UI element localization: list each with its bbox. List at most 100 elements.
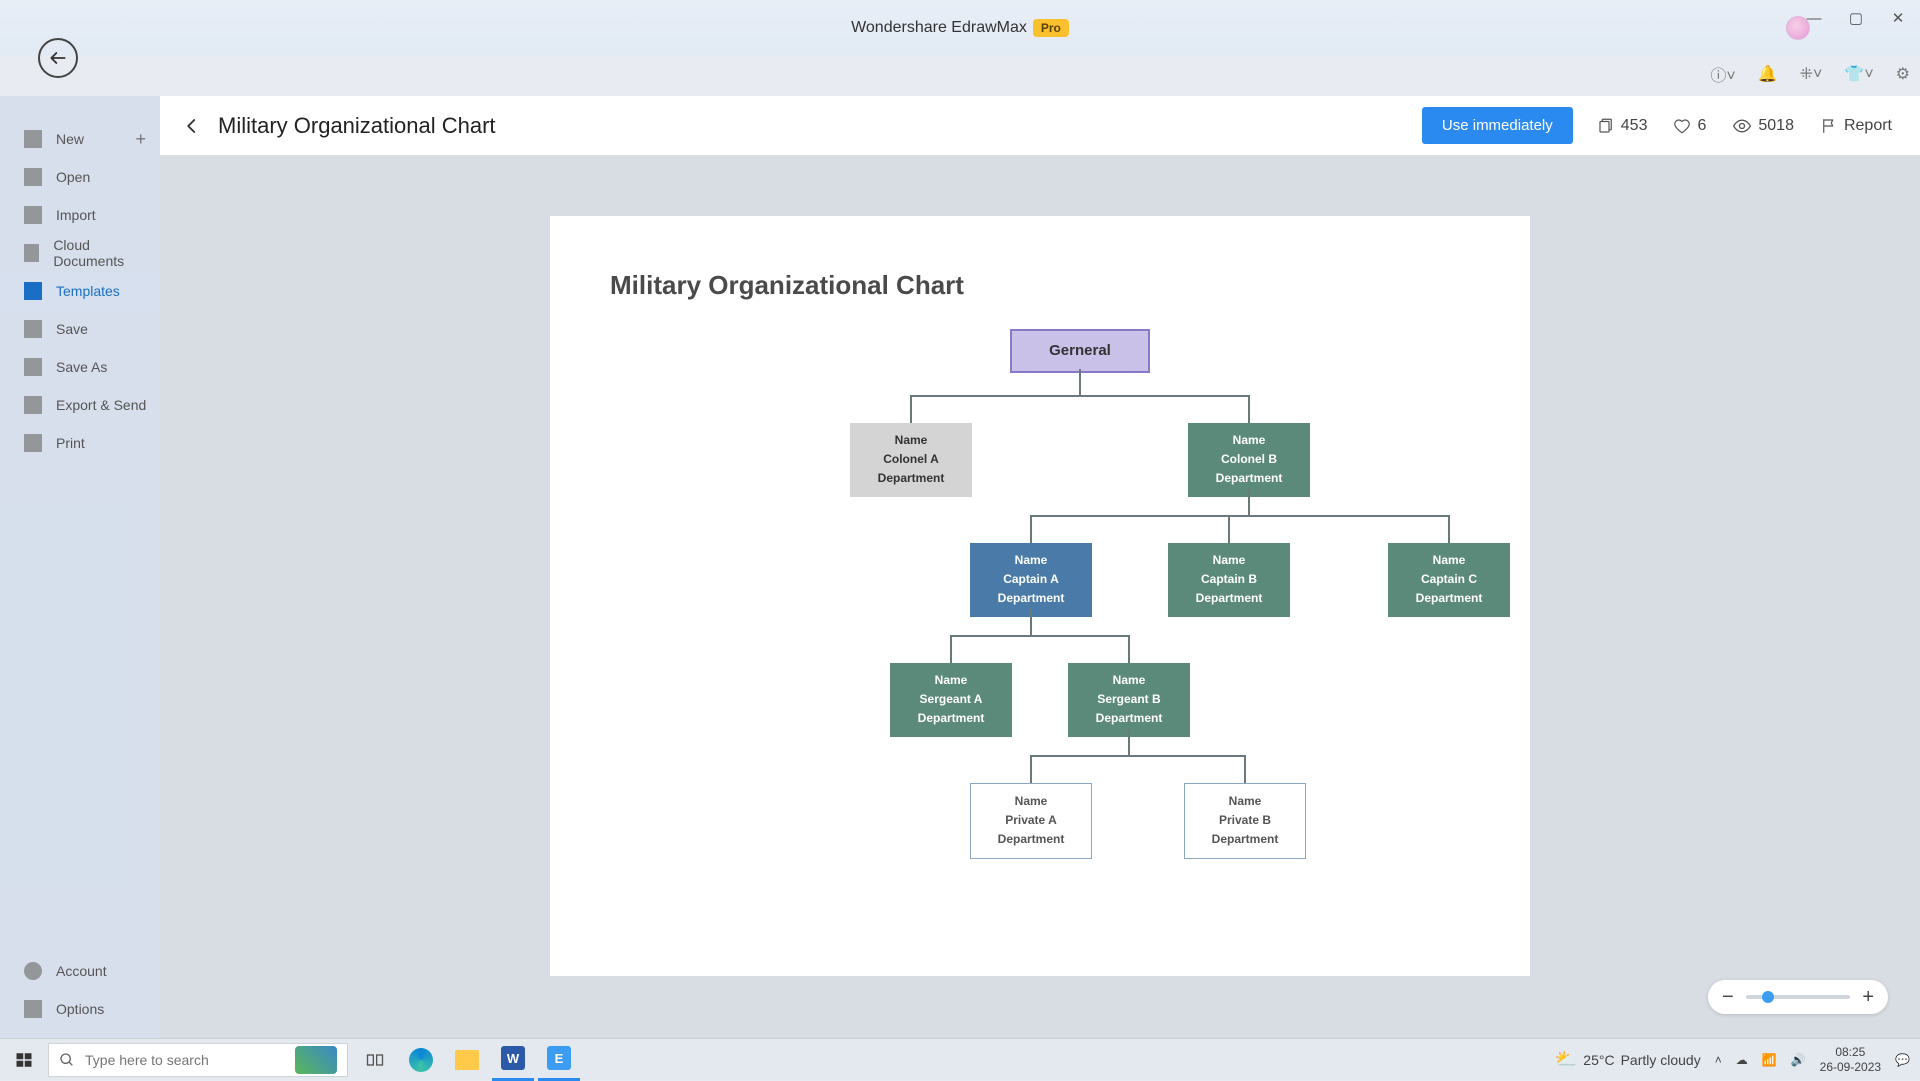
search-box[interactable] [48, 1043, 348, 1077]
templates-icon [24, 282, 42, 300]
canvas-area[interactable]: Military Organizational Chart Gerneral N… [160, 156, 1920, 1038]
sidebar-item-cloud[interactable]: Cloud Documents [0, 234, 160, 272]
search-highlight-icon [295, 1046, 337, 1074]
report-button[interactable]: Report [1820, 117, 1892, 135]
title-bar: Wondershare EdrawMax Pro — ▢ ✕ [0, 0, 1920, 56]
sidebar-item-options[interactable]: Options [0, 990, 160, 1028]
sidebar-item-import[interactable]: Import [0, 196, 160, 234]
edge-icon [409, 1048, 433, 1072]
sidebar-label: Cloud Documents [53, 237, 148, 269]
sidebar-label: Options [56, 1001, 104, 1017]
taskbar-word[interactable]: W [492, 1039, 534, 1081]
chevron-left-icon [183, 117, 201, 135]
zoom-in-button[interactable]: + [1862, 986, 1874, 1009]
heart-icon [1673, 117, 1691, 135]
search-icon [59, 1052, 75, 1068]
doc-title: Military Organizational Chart [610, 270, 1470, 301]
search-input[interactable] [85, 1052, 285, 1068]
weather-icon: ⛅ [1555, 1049, 1577, 1070]
cloud-icon [24, 244, 39, 262]
taskbar-edge[interactable] [400, 1039, 442, 1081]
help-icon[interactable]: ⓘ˅ [1710, 62, 1735, 86]
tray-date: 26-09-2023 [1820, 1060, 1881, 1074]
system-tray: ⛅ 25°C Partly cloudy ˄ ☁ 📶 🔊 08:25 26-09… [1555, 1045, 1920, 1074]
views-value: 5018 [1758, 117, 1794, 135]
zoom-control: − + [1708, 980, 1888, 1014]
header-bar: Military Organizational Chart Use immedi… [160, 96, 1920, 156]
sidebar-label: Print [56, 435, 85, 451]
sidebar-label: Export & Send [56, 397, 146, 413]
flag-icon [1820, 117, 1838, 135]
eye-icon [1732, 116, 1752, 136]
zoom-out-button[interactable]: − [1722, 986, 1734, 1009]
minimize-button[interactable]: — [1800, 6, 1828, 30]
maximize-button[interactable]: ▢ [1842, 6, 1870, 30]
use-immediately-button[interactable]: Use immediately [1422, 107, 1573, 144]
tray-chevron-icon[interactable]: ˄ [1715, 1053, 1722, 1067]
page-title: Military Organizational Chart [218, 113, 496, 139]
zoom-slider[interactable] [1746, 995, 1851, 999]
sidebar-label: Account [56, 963, 107, 979]
sidebar-item-new[interactable]: New + [0, 120, 160, 158]
org-chart: Gerneral NameColonel ADepartment NameCol… [610, 329, 1470, 929]
folder-icon [24, 168, 42, 186]
close-button[interactable]: ✕ [1884, 6, 1912, 30]
document-preview: Military Organizational Chart Gerneral N… [550, 216, 1530, 976]
taskview-icon [365, 1050, 385, 1070]
node-captain-a: NameCaptain ADepartment [970, 543, 1092, 617]
sidebar-item-account[interactable]: Account [0, 952, 160, 990]
likes-value: 6 [1697, 117, 1706, 135]
sidebar-label: New [56, 131, 84, 147]
weather-text: Partly cloudy [1621, 1052, 1701, 1068]
toolbar-icons: ⓘ˅ 🔔 ⁜˅ 👕˅ ⚙ [1710, 56, 1910, 92]
taskbar-explorer[interactable] [446, 1039, 488, 1081]
node-sergeant-a: NameSergeant ADepartment [890, 663, 1012, 737]
node-general: Gerneral [1010, 329, 1150, 373]
node-captain-b: NameCaptain BDepartment [1168, 543, 1290, 617]
sidebar-label: Import [56, 207, 96, 223]
sidebar-item-templates[interactable]: Templates [0, 272, 160, 310]
zoom-thumb[interactable] [1762, 991, 1774, 1003]
weather-widget[interactable]: ⛅ 25°C Partly cloudy [1555, 1049, 1701, 1070]
report-label: Report [1844, 117, 1892, 135]
sidebar-item-save[interactable]: Save [0, 310, 160, 348]
sidebar-label: Save [56, 321, 88, 337]
tray-wifi-icon[interactable]: 📶 [1762, 1053, 1777, 1067]
sidebar-label: Save As [56, 359, 107, 375]
bell-icon[interactable]: 🔔 [1758, 64, 1778, 84]
grid-icon[interactable]: ⁜˅ [1800, 64, 1823, 84]
sidebar: New + Open Import Cloud Documents Templat… [0, 96, 160, 1038]
sidebar-label: Templates [56, 283, 120, 299]
options-icon [24, 1000, 42, 1018]
task-icons: W E [354, 1039, 580, 1081]
app-title: Wondershare EdrawMax [851, 19, 1027, 37]
taskbar-edrawmax[interactable]: E [538, 1039, 580, 1081]
plus-square-icon [24, 130, 42, 148]
tray-volume-icon[interactable]: 🔊 [1791, 1053, 1806, 1067]
tray-clock[interactable]: 08:25 26-09-2023 [1820, 1045, 1881, 1074]
header-back-button[interactable] [178, 112, 206, 140]
tray-notifications-icon[interactable]: 💬 [1895, 1053, 1910, 1067]
node-private-b: NamePrivate BDepartment [1184, 783, 1306, 859]
windows-icon [15, 1051, 33, 1069]
sidebar-item-print[interactable]: Print [0, 424, 160, 462]
stat-likes[interactable]: 6 [1673, 117, 1706, 135]
sidebar-item-saveas[interactable]: Save As [0, 348, 160, 386]
sidebar-item-export[interactable]: Export & Send [0, 386, 160, 424]
node-captain-c: NameCaptain CDepartment [1388, 543, 1510, 617]
copy-icon [1597, 117, 1615, 135]
arrow-left-icon [48, 48, 68, 68]
start-button[interactable] [0, 1039, 48, 1081]
folder-icon [455, 1050, 479, 1070]
tray-onedrive-icon[interactable]: ☁ [1736, 1053, 1748, 1067]
taskbar: W E ⛅ 25°C Partly cloudy ˄ ☁ 📶 🔊 08:25 2… [0, 1038, 1920, 1080]
export-icon [24, 396, 42, 414]
sidebar-item-open[interactable]: Open [0, 158, 160, 196]
back-button[interactable] [38, 38, 78, 78]
node-private-a: NamePrivate ADepartment [970, 783, 1092, 859]
gear-icon[interactable]: ⚙ [1896, 64, 1910, 84]
plus-icon[interactable]: + [135, 129, 146, 150]
print-icon [24, 434, 42, 452]
task-view-button[interactable] [354, 1039, 396, 1081]
shirt-icon[interactable]: 👕˅ [1844, 64, 1873, 84]
